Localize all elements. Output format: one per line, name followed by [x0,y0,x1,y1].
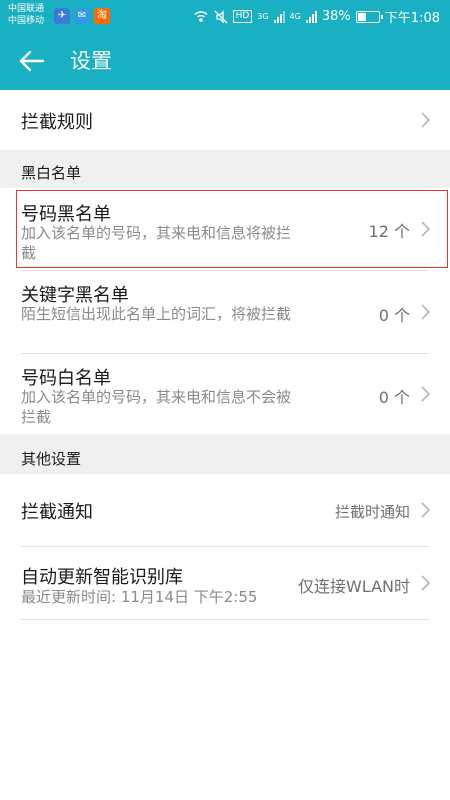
network-4g-label: 4G [289,12,301,21]
notification-app-icon: ✉ [74,8,90,24]
keyword-blacklist-row[interactable]: 关键字黑名单 陌生短信出现此名单上的词汇，将被拦截 0 个 [0,271,450,353]
battery-level [357,12,367,21]
number-whitelist-count: 0 个 [378,388,410,407]
chevron-right-icon [421,502,431,518]
status-bar: 中国联通 中国移动 ✈ ✉ 淘 HD 3G 4G 38% 下午1:08 [0,0,450,32]
divider [21,619,429,620]
auto-update-subtitle: 最近更新时间: 11月14日 下午2:55 [21,588,258,606]
auto-update-title: 自动更新智能识别库 [21,567,183,588]
blacklist-section-header: 黑白名单 [0,150,450,188]
page-title: 设置 [70,49,112,73]
battery-percent: 38% [321,9,351,24]
keyword-blacklist-count: 0 个 [378,306,410,325]
intercept-rules-label: 拦截规则 [21,112,93,133]
network-3g-label: 3G [257,12,269,21]
chevron-right-icon [421,386,431,402]
back-button[interactable] [14,44,50,78]
notification-icons: ✈ ✉ 淘 [54,8,110,24]
hd-badge: HD [232,10,253,23]
highlight-box [16,190,448,268]
other-settings-section-header: 其他设置 [0,434,450,474]
number-whitelist-subtitle: 加入该名单的号码，其来电和信息不会被拦截 [21,388,292,426]
taobao-icon: 淘 [94,8,110,24]
status-right: HD 3G 4G 38% 下午1:08 [193,7,440,26]
carrier-2: 中国移动 [8,16,45,26]
auto-update-value: 仅连接WLAN时 [297,577,410,596]
hotspot-icon [194,10,208,22]
number-whitelist-row[interactable]: 号码白名单 加入该名单的号码，其来电和信息不会被拦截 0 个 [0,354,450,434]
intercept-notification-row[interactable]: 拦截通知 拦截时通知 [0,474,450,546]
app-bar: 设置 [0,32,450,90]
chevron-right-icon [421,575,431,591]
section-title: 黑白名单 [21,164,82,182]
signal-icon [305,10,317,23]
signal-icon [273,10,285,23]
clock: 下午1:08 [384,11,440,26]
carrier-1: 中国联通 [8,4,45,14]
intercept-notification-title: 拦截通知 [21,502,93,523]
notification-app-icon: ✈ [54,8,70,24]
carrier-info: 中国联通 中国移动 [8,3,44,27]
section-title: 其他设置 [21,450,82,468]
intercept-rules-row[interactable]: 拦截规则 [0,90,450,150]
keyword-blacklist-subtitle: 陌生短信出现此名单上的词汇，将被拦截 [21,305,292,323]
chevron-right-icon [421,112,431,128]
auto-update-row[interactable]: 自动更新智能识别库 最近更新时间: 11月14日 下午2:55 仅连接WLAN时 [0,547,450,619]
arrow-left-icon [19,50,45,72]
chevron-right-icon [421,304,431,320]
mute-icon [214,9,228,24]
battery-icon [355,10,383,23]
intercept-notification-value: 拦截时通知 [334,503,410,521]
